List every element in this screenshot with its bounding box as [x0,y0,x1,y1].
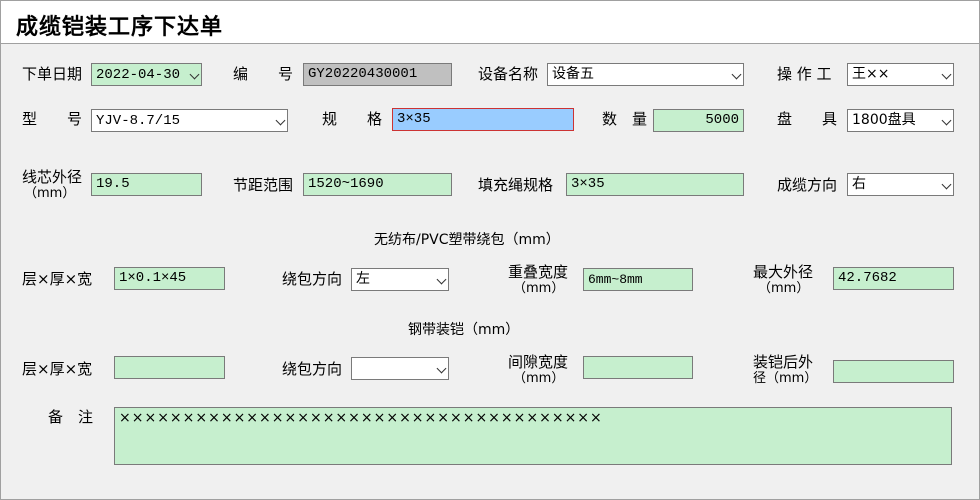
cabling-dir-value: 右 [852,176,866,192]
pitch-label: 节距范围 [233,176,294,194]
nonwoven-wrap-dir-label: 绕包方向 [282,270,343,288]
operator-select[interactable]: 王×× [847,63,954,86]
qty-field[interactable]: 5000 [653,109,744,132]
order-date-label: 下单日期 [22,65,83,83]
code-field[interactable]: GY20220430001 [303,63,452,86]
pitch-field[interactable]: 1520~1690 [303,173,452,196]
nonwoven-wrap-dir-select[interactable]: 左 [351,268,449,291]
filler-field[interactable]: 3×35 [566,173,744,196]
title-divider [1,43,979,44]
gap-unit: （mm） [513,371,565,386]
form-title: 成缆铠装工序下达单 [16,15,224,40]
order-date-picker[interactable]: 2022-04-30 [91,63,202,86]
operator-value: 王×× [852,66,890,82]
gap-label: 间隙宽度 [508,353,569,371]
chevron-down-icon[interactable] [941,115,952,126]
overlap-field[interactable]: 6mm~8mm [583,268,693,291]
armored-od-label: 装铠后外 [753,353,814,371]
nonwoven-layers-field[interactable]: 1×0.1×45 [114,267,225,290]
overlap-label: 重叠宽度 [508,263,569,281]
spec-field[interactable]: 3×35 [392,108,574,131]
core-od-unit: （mm） [24,186,76,201]
nonwoven-layers-label: 层×厚×宽 [22,270,93,288]
cabling-dir-select[interactable]: 右 [847,173,954,196]
nonwoven-wrap-dir-value: 左 [356,271,370,287]
qty-label: 数 量 [602,110,648,128]
steel-layers-label: 层×厚×宽 [22,360,93,378]
order-date-value: 2022-04-30 [96,67,181,83]
steel-layers-field[interactable] [114,356,225,379]
chevron-down-icon[interactable] [275,115,286,126]
model-label: 型 号 [22,110,83,128]
equipment-select[interactable]: 设备五 [547,63,744,86]
filler-label: 填充绳规格 [478,176,554,194]
chevron-down-icon[interactable] [941,69,952,80]
reel-label: 盘 具 [777,110,838,128]
chevron-down-icon[interactable] [731,69,742,80]
max-od-label: 最大外径 [753,263,814,281]
overlap-unit: （mm） [513,281,565,296]
model-select[interactable]: YJV-8.7/15 [91,109,288,132]
chevron-down-icon[interactable] [189,69,200,80]
order-form-window: 成缆铠装工序下达单 下单日期 2022-04-30 编 号 GY20220430… [0,0,980,500]
section-steel-title: 钢带装铠（mm） [408,322,520,338]
armored-od-label-2: 径（mm） [753,371,818,386]
cabling-dir-label: 成缆方向 [777,176,838,194]
model-value: YJV-8.7/15 [96,113,181,129]
chevron-down-icon[interactable] [436,274,447,285]
spec-label: 规 格 [322,110,383,128]
reel-select[interactable]: 1800盘具 [847,109,954,132]
equipment-value: 设备五 [552,66,594,82]
armored-od-field[interactable] [833,360,954,383]
section-nonwoven-title: 无纺布/PVC塑带绕包（mm） [374,232,560,248]
code-label: 编 号 [233,65,294,83]
operator-label: 操 作 工 [777,65,832,83]
core-od-label: 线芯外径 [22,168,83,186]
steel-wrap-dir-select[interactable] [351,357,449,380]
gap-field[interactable] [583,356,693,379]
reel-value: 1800盘具 [852,112,916,128]
core-od-field[interactable]: 19.5 [91,173,202,196]
remark-textarea[interactable]: ×××××××××××××××××××××××××××××××××××××× [114,407,952,465]
chevron-down-icon[interactable] [941,179,952,190]
steel-wrap-dir-label: 绕包方向 [282,360,343,378]
chevron-down-icon[interactable] [436,363,447,374]
remark-label: 备 注 [48,408,94,426]
equipment-label: 设备名称 [478,65,539,83]
max-od-field[interactable]: 42.7682 [833,267,954,290]
title-bar: 成缆铠装工序下达单 [1,1,979,43]
max-od-unit: （mm） [758,281,810,296]
